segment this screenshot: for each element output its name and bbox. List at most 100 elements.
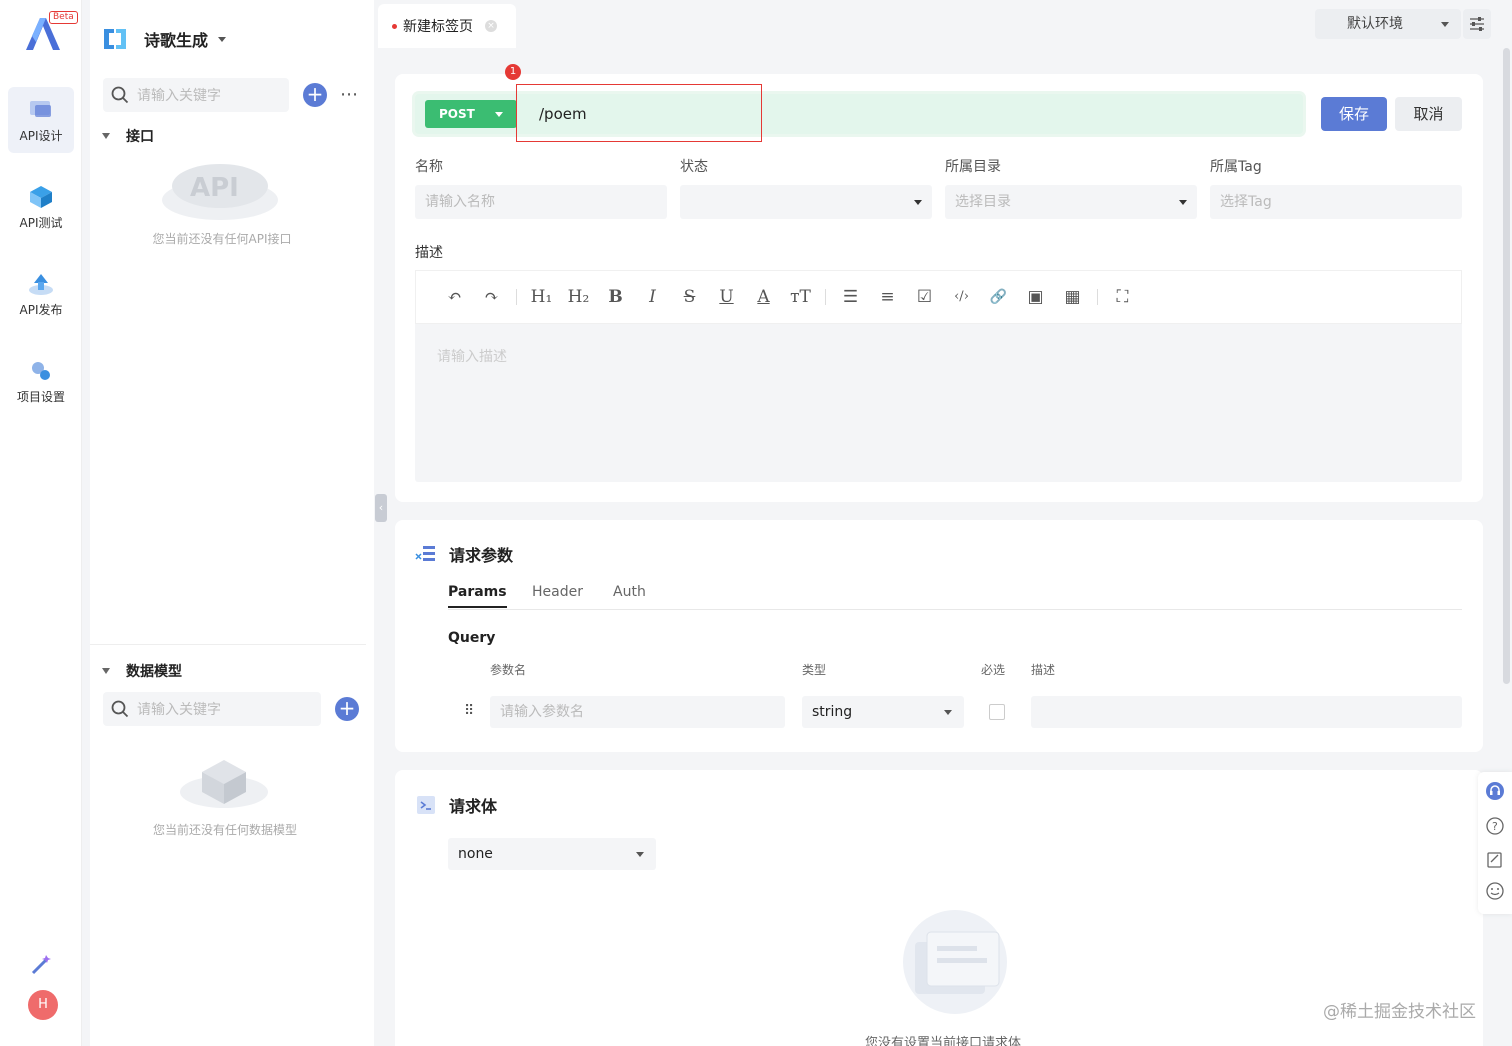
collapse-triangle-icon — [102, 668, 110, 674]
model-empty-text: 您当前还没有任何数据模型 — [152, 823, 297, 837]
api-design-icon — [30, 101, 51, 117]
api-publish-icon — [29, 274, 53, 295]
help-icon[interactable]: ? — [1486, 817, 1504, 835]
rail-item-label: API设计 — [19, 129, 63, 143]
name-label: 名称 — [415, 159, 443, 175]
api-empty-text: 您当前还没有任何API接口 — [152, 232, 292, 246]
api-section-title: 接口 — [126, 129, 154, 145]
api-test-icon — [30, 186, 52, 208]
rail-item-label: 项目设置 — [16, 390, 65, 404]
unsaved-dot — [392, 23, 397, 29]
save-button[interactable]: 保存 — [1321, 97, 1387, 131]
api-section-header[interactable]: 接口 — [102, 126, 154, 146]
api-empty-illustration: API — [162, 164, 278, 220]
body-title: 请求体 — [449, 797, 498, 816]
project-settings-icon — [32, 362, 50, 380]
column-type: 类型 — [802, 663, 827, 677]
method-value: POST — [439, 107, 475, 121]
bullet-list-icon[interactable]: ☰ — [832, 285, 869, 309]
font-color-icon[interactable]: A — [745, 285, 782, 309]
avatar[interactable]: H — [28, 990, 58, 1020]
api-search-input[interactable]: 请输入关键字 — [103, 78, 289, 112]
collapse-triangle-icon — [102, 133, 110, 139]
magic-wand-icon[interactable] — [28, 952, 54, 978]
left-rail: Beta API设计 API测试 API发布 项目设置 H — [0, 0, 82, 1046]
redo-icon[interactable]: ↷ — [473, 285, 510, 309]
search-icon — [111, 700, 129, 718]
project-switcher[interactable]: 诗歌生成 — [102, 22, 227, 56]
description-placeholder: 请输入描述 — [437, 349, 507, 365]
method-select[interactable]: POST — [425, 100, 517, 128]
column-description: 描述 — [1031, 663, 1056, 677]
tab-new[interactable]: 新建标签页 × — [378, 4, 516, 48]
drag-handle-icon[interactable]: ⠿ — [464, 703, 474, 719]
table-icon[interactable]: ▦ — [1054, 285, 1091, 309]
tab-auth[interactable]: Auth — [613, 584, 646, 600]
headset-icon[interactable] — [1486, 782, 1504, 800]
undo-icon[interactable]: ↶ — [436, 285, 473, 309]
rail-item-api-design[interactable]: API设计 — [8, 87, 74, 153]
sidebar-divider — [90, 644, 366, 645]
app-window: Beta API设计 API测试 API发布 项目设置 H 诗歌生成 请输入关键… — [0, 0, 1512, 1046]
link-icon[interactable]: 🔗 — [980, 285, 1017, 309]
query-title: Query — [448, 630, 496, 646]
rail-item-api-test[interactable]: API测试 — [8, 174, 74, 240]
tab-header[interactable]: Header — [532, 584, 583, 600]
tag-select[interactable]: 选择Tag — [1210, 185, 1462, 219]
model-section-header[interactable]: 数据模型 — [102, 661, 182, 681]
body-empty-illustration — [903, 910, 1007, 1014]
close-icon[interactable]: × — [485, 20, 497, 32]
font-size-icon[interactable]: тT — [782, 285, 819, 309]
directory-select[interactable]: 选择目录 — [945, 185, 1197, 219]
italic-icon[interactable]: I — [634, 285, 671, 309]
param-required-checkbox[interactable] — [989, 704, 1005, 720]
heading2-icon[interactable]: H₂ — [560, 285, 597, 309]
scrollbar[interactable] — [1503, 48, 1510, 684]
rail-item-project-settings[interactable]: 项目设置 — [8, 348, 74, 414]
search-placeholder: 请输入关键字 — [137, 88, 221, 104]
feedback-icon[interactable] — [1486, 851, 1504, 869]
chevron-down-icon — [1179, 200, 1187, 205]
fullscreen-icon[interactable]: ⛶ — [1104, 285, 1141, 309]
body-empty-text: 您没有设置当前接口请求体 — [865, 1036, 1022, 1046]
directory-placeholder: 选择目录 — [955, 194, 1011, 210]
cancel-button[interactable]: 取消 — [1395, 97, 1462, 131]
toolbar-separator — [516, 289, 517, 305]
environment-settings-button[interactable] — [1463, 9, 1491, 39]
task-list-icon[interactable]: ☑ — [906, 285, 943, 309]
description-editor[interactable]: ↶ ↷ H₁ H₂ B I S U A тT ☰ ≡ ☑ ‹/› 🔗 ▣ ▦ ⛶… — [415, 270, 1462, 482]
rail-item-label: API发布 — [19, 303, 63, 317]
image-icon[interactable]: ▣ — [1017, 285, 1054, 309]
model-search-input[interactable]: 请输入关键字 — [103, 692, 321, 726]
editor-toolbar: ↶ ↷ H₁ H₂ B I S U A тT ☰ ≡ ☑ ‹/› 🔗 ▣ ▦ ⛶ — [415, 270, 1462, 324]
status-select[interactable] — [680, 185, 932, 219]
project-name: 诗歌生成 — [144, 31, 209, 50]
heading1-icon[interactable]: H₁ — [523, 285, 560, 309]
name-input[interactable]: 请输入名称 — [415, 185, 667, 219]
more-icon[interactable]: ⋯ — [340, 84, 359, 105]
annotation-badge: 1 — [505, 64, 521, 80]
add-model-button[interactable]: + — [335, 697, 359, 721]
directory-label: 所属目录 — [945, 159, 1001, 175]
chevron-down-icon — [218, 36, 227, 42]
add-api-button[interactable]: + — [303, 83, 327, 107]
body-type-select[interactable]: none — [448, 838, 656, 870]
tab-params[interactable]: Params — [448, 584, 507, 608]
param-type-select[interactable]: string — [802, 696, 964, 728]
bold-icon[interactable]: B — [597, 285, 634, 309]
smile-icon[interactable] — [1486, 882, 1504, 900]
param-name-input[interactable]: 请输入参数名 — [490, 696, 785, 728]
strikethrough-icon[interactable]: S — [671, 285, 708, 309]
collapse-sidebar-button[interactable]: ‹ — [375, 494, 387, 522]
params-header: 请求参数 — [415, 542, 513, 566]
rail-item-api-publish[interactable]: API发布 — [8, 261, 74, 327]
param-description-input[interactable] — [1031, 696, 1462, 728]
underline-icon[interactable]: U — [708, 285, 745, 309]
ordered-list-icon[interactable]: ≡ — [869, 285, 906, 309]
tag-label: 所属Tag — [1210, 159, 1262, 175]
environment-select[interactable]: 默认环境 — [1315, 9, 1461, 39]
params-card: 请求参数 Params Header Auth Query 参数名 类型 必选 … — [395, 520, 1483, 752]
model-empty-illustration — [180, 760, 268, 808]
beta-badge: Beta — [49, 11, 78, 24]
code-icon[interactable]: ‹/› — [943, 285, 980, 309]
